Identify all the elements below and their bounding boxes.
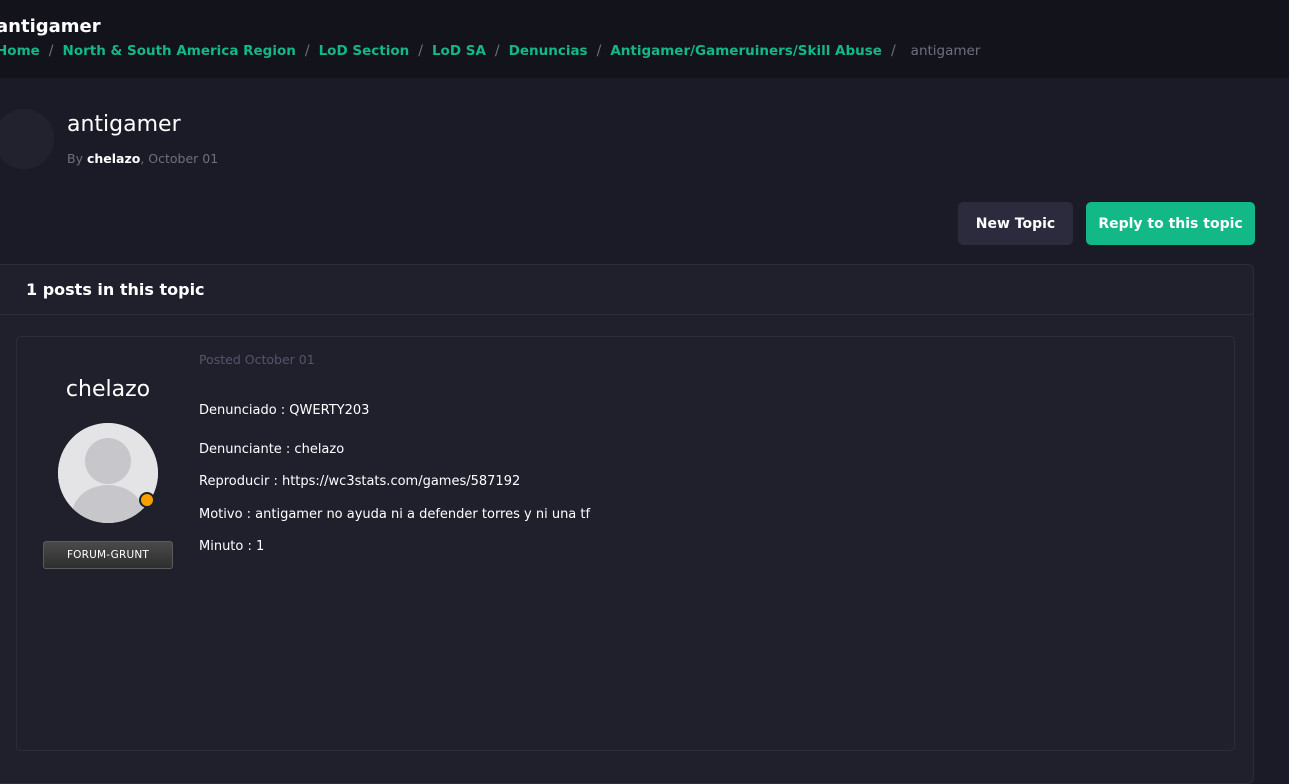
breadcrumb-separator: / [596, 43, 602, 59]
post-line-motivo: Motivo : antigamer no ayuda ni a defende… [199, 507, 591, 522]
online-status-icon [139, 492, 155, 508]
breadcrumb-separator: / [494, 43, 500, 59]
breadcrumb-separator: / [304, 43, 310, 59]
top-bar: antigamer Home / North & South America R… [0, 0, 1289, 78]
breadcrumb-current: antigamer [910, 43, 981, 59]
breadcrumb-home[interactable]: Home [0, 43, 40, 59]
post-line-denunciante: Denunciante : chelazo [199, 442, 345, 457]
rank-badge: FORUM-GRUNT [43, 541, 173, 569]
breadcrumb-separator: / [418, 43, 423, 59]
topic-author-link[interactable]: chelazo [87, 151, 140, 166]
topic-title: antigamer [67, 112, 181, 137]
post-line-denunciado: Denunciado : QWERTY203 [199, 403, 370, 418]
post-line-reproducir[interactable]: Reproducir : https://wc3stats.com/games/… [199, 474, 520, 489]
topic-author-avatar[interactable] [0, 109, 54, 169]
posts-panel: 1 posts in this topic chelazo FORUM-GRUN… [0, 264, 1254, 784]
breadcrumb-antigamer-forum[interactable]: Antigamer/Gameruiners/Skill Abuse [610, 43, 882, 59]
topic-date: , October 01 [140, 151, 219, 166]
post-card: chelazo FORUM-GRUNT Posted October 01 De… [16, 336, 1235, 751]
post-date[interactable]: Posted October 01 [199, 352, 315, 367]
poster-avatar[interactable] [58, 423, 158, 523]
post-line-minuto: Minuto : 1 [199, 539, 265, 554]
topic-meta: By chelazo, October 01 [67, 151, 218, 166]
breadcrumb: Home / North & South America Region / Lo… [0, 43, 980, 59]
posts-header: 1 posts in this topic [0, 265, 1253, 315]
new-topic-button[interactable]: New Topic [958, 202, 1073, 245]
topic-meta-by: By [67, 151, 83, 166]
breadcrumb-denuncias[interactable]: Denuncias [509, 43, 588, 59]
breadcrumb-lod-section[interactable]: LoD Section [319, 43, 410, 59]
breadcrumb-separator: / [48, 43, 54, 59]
breadcrumb-region[interactable]: North & South America Region [63, 43, 296, 59]
site-title[interactable]: antigamer [0, 16, 101, 37]
breadcrumb-separator: / [890, 43, 896, 59]
default-user-icon [58, 423, 158, 523]
reply-to-topic-button[interactable]: Reply to this topic [1086, 202, 1255, 245]
breadcrumb-lod-sa[interactable]: LoD SA [432, 43, 486, 59]
poster-name[interactable]: chelazo [17, 377, 199, 402]
posts-count: 1 posts in this topic [26, 280, 205, 299]
